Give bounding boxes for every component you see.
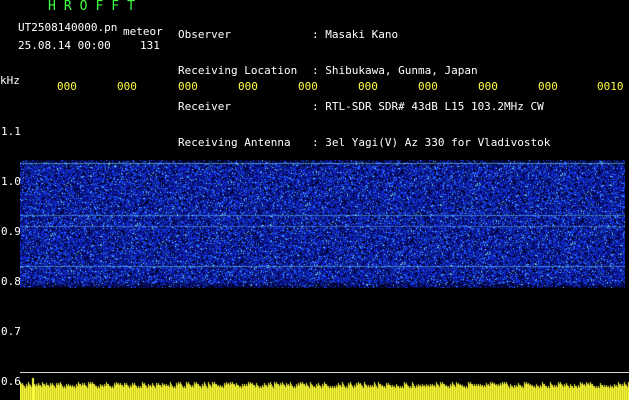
x-tick: 000 — [358, 80, 378, 93]
x-tick: 000 — [178, 80, 198, 93]
location-value: : Shibukawa, Gunma, Japan — [312, 64, 478, 77]
spectrogram-noise — [20, 160, 625, 288]
x-tick: 000 — [298, 80, 318, 93]
mode-label: meteor — [123, 25, 163, 38]
x-tick: 000 — [57, 80, 77, 93]
axis-unit: kHz — [0, 74, 20, 87]
location-label: Receiving Location — [178, 64, 298, 77]
x-tick: 000 — [238, 80, 258, 93]
y-tick-1-1: 1.1 — [1, 125, 21, 138]
observer-value: : Masaki Kano — [312, 28, 399, 41]
x-tick: 0010 — [597, 80, 624, 93]
y-tick-1-0: 1.0 — [1, 175, 21, 188]
app-title: HROFFT — [48, 0, 143, 14]
count-value: 131 — [140, 39, 160, 52]
x-tick: 000 — [538, 80, 558, 93]
y-tick-0-6: 0.6 — [1, 375, 21, 388]
timestamp: 25.08.14 00:00 — [18, 39, 111, 52]
x-tick: 000 — [418, 80, 438, 93]
y-tick-0-7: 0.7 — [1, 325, 21, 338]
x-tick: 000 — [117, 80, 137, 93]
file-name: UT2508140000.pn — [18, 21, 118, 34]
baseline-line — [20, 372, 629, 373]
observer-label: Observer — [178, 28, 231, 41]
signal-level-bars — [20, 375, 629, 400]
y-tick-0-8: 0.8 — [1, 275, 21, 288]
x-tick: 000 — [478, 80, 498, 93]
y-tick-0-9: 0.9 — [1, 225, 21, 238]
